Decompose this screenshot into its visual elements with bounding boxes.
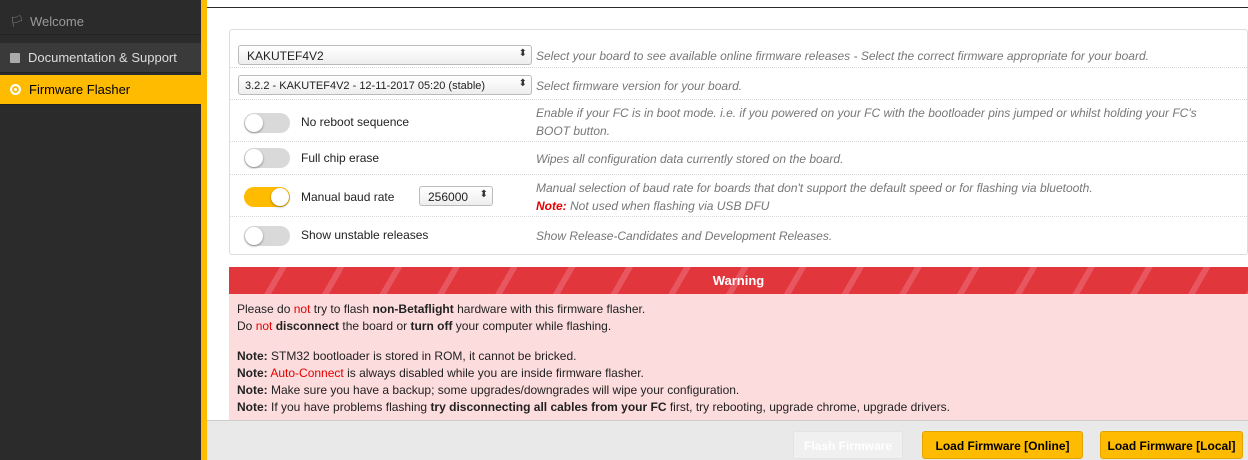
board-select-value: KAKUTEF4V2	[247, 49, 324, 63]
no-reboot-description: Enable if your FC is in boot mode. i.e. …	[536, 104, 1197, 140]
warning-line-2: Do not disconnect the board or turn off …	[237, 319, 612, 333]
warning-note-2: Note: Auto-Connect is always disabled wh…	[237, 366, 644, 380]
no-reboot-row: No reboot sequence Enable if your FC is …	[230, 100, 1248, 142]
no-reboot-desc-line1: Enable if your FC is in boot mode. i.e. …	[536, 106, 1197, 120]
warning-line-1: Please do not try to flash non-Betafligh…	[237, 302, 646, 316]
sidebar-item-label: Welcome	[30, 13, 84, 29]
flash-firmware-button[interactable]: Flash Firmware	[793, 431, 903, 459]
board-description: Select your board to see available onlin…	[536, 49, 1149, 63]
document-icon	[10, 52, 20, 63]
baud-rate-value: 256000	[428, 190, 469, 204]
warning-note-3: Note: Make sure you have a backup; some …	[237, 383, 740, 397]
manual-baud-note: Note: Not used when flashing via USB DFU	[536, 197, 1093, 215]
load-firmware-local-button[interactable]: Load Firmware [Local]	[1100, 431, 1243, 459]
manual-baud-description: Manual selection of baud rate for boards…	[536, 179, 1093, 215]
options-panel: KAKUTEF4V2 ⬍ Select your board to see av…	[229, 29, 1248, 255]
sidebar-item-documentation[interactable]: Documentation & Support	[0, 43, 201, 73]
full-chip-erase-description: Wipes all configuration data currently s…	[536, 152, 844, 166]
select-arrows-icon: ⬍	[479, 189, 488, 200]
top-strip	[207, 0, 1248, 8]
version-select-value: 3.2.2 - KAKUTEF4V2 - 12-11-2017 05:20 (s…	[245, 80, 486, 92]
welcome-icon: 🏳	[10, 15, 24, 28]
unstable-releases-description: Show Release-Candidates and Development …	[536, 229, 833, 243]
warning-title: Warning	[712, 273, 765, 288]
sidebar-accent-border	[201, 0, 207, 460]
select-arrows-icon: ⬍	[518, 78, 527, 89]
warning-note-4: Note: If you have problems flashing try …	[237, 400, 950, 414]
manual-baud-desc-line1: Manual selection of baud rate for boards…	[536, 181, 1093, 195]
load-firmware-online-button[interactable]: Load Firmware [Online]	[922, 431, 1083, 459]
sidebar: 🏳 Welcome Documentation & Support Firmwa…	[0, 0, 201, 460]
sidebar-item-welcome[interactable]: 🏳 Welcome	[0, 8, 201, 35]
warning-note-1: Note: STM32 bootloader is stored in ROM,…	[237, 349, 577, 363]
chip-icon	[10, 84, 21, 95]
full-chip-erase-toggle[interactable]	[244, 148, 290, 168]
manual-baud-row: Manual baud rate 256000 ⬍ Manual selecti…	[230, 175, 1248, 217]
version-select[interactable]: 3.2.2 - KAKUTEF4V2 - 12-11-2017 05:20 (s…	[238, 75, 532, 95]
board-select[interactable]: KAKUTEF4V2 ⬍	[238, 45, 532, 65]
note-text: Not used when flashing via USB DFU	[570, 199, 770, 213]
sidebar-item-label: Documentation & Support	[28, 50, 177, 65]
sidebar-item-label: Firmware Flasher	[29, 82, 131, 97]
full-chip-erase-label: Full chip erase	[301, 151, 380, 165]
unstable-releases-label: Show unstable releases	[301, 228, 429, 242]
version-description: Select firmware version for your board.	[536, 79, 743, 93]
note-label: Note:	[536, 199, 567, 213]
no-reboot-label: No reboot sequence	[301, 115, 410, 129]
manual-baud-toggle[interactable]	[244, 187, 290, 207]
bottom-toolbar: Flash Firmware Load Firmware [Online] Lo…	[207, 420, 1248, 460]
baud-rate-select[interactable]: 256000 ⬍	[419, 186, 493, 206]
version-row: 3.2.2 - KAKUTEF4V2 - 12-11-2017 05:20 (s…	[230, 68, 1248, 100]
sidebar-item-firmware-flasher[interactable]: Firmware Flasher	[0, 75, 201, 105]
select-arrows-icon: ⬍	[518, 48, 527, 59]
no-reboot-toggle[interactable]	[244, 113, 290, 133]
full-chip-erase-row: Full chip erase Wipes all configuration …	[230, 142, 1248, 175]
unstable-releases-row: Show unstable releases Show Release-Cand…	[230, 217, 1248, 255]
unstable-releases-toggle[interactable]	[244, 226, 290, 246]
no-reboot-desc-line2: BOOT button.	[536, 124, 611, 138]
manual-baud-label: Manual baud rate	[301, 190, 395, 204]
warning-box: Warning Please do not try to flash non-B…	[229, 267, 1248, 420]
board-row: KAKUTEF4V2 ⬍ Select your board to see av…	[230, 30, 1248, 68]
